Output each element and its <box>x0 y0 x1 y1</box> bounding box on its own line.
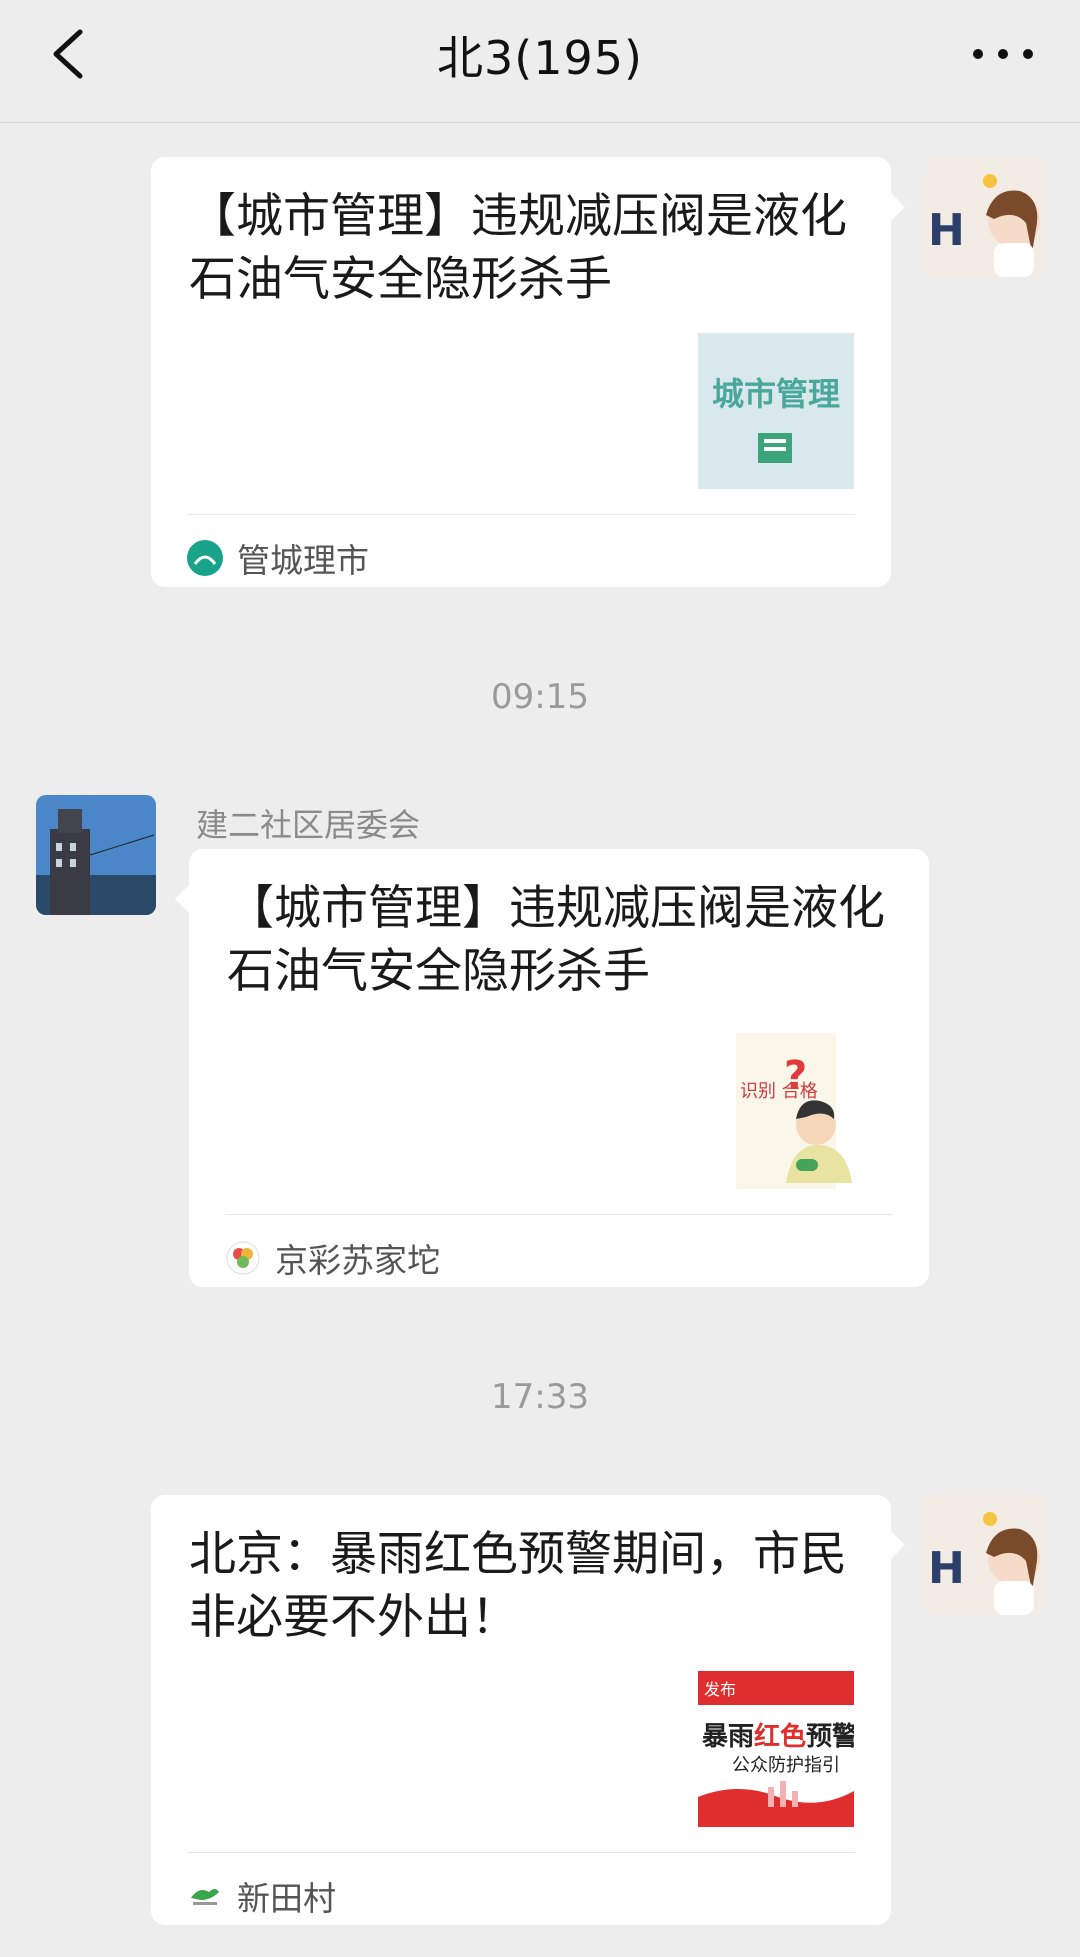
more-dots-icon <box>973 49 1033 59</box>
source-logo-icon <box>187 540 223 576</box>
timestamp: 17:33 <box>491 1377 589 1417</box>
card-title: 【城市管理】违规减压阀是液化石油气安全隐形杀手 <box>189 189 847 307</box>
article-thumbnail: 发布 暴雨红色预警 公众防护指引 <box>698 1671 854 1827</box>
source-name: 管城理市 <box>237 541 369 580</box>
svg-text:暴雨红色预警: 暴雨红色预警 <box>702 1721 854 1752</box>
card-title: 北京：暴雨红色预警期间，市民非必要不外出！ <box>189 1527 847 1645</box>
article-card[interactable]: 北京：暴雨红色预警期间，市民非必要不外出！ 发布 暴雨红色预警 公众防护指引 新… <box>151 1495 905 1925</box>
source-logo-icon <box>187 1878 223 1914</box>
more-button[interactable] <box>968 42 1038 66</box>
card-title: 【城市管理】违规减压阀是液化石油气安全隐形杀手 <box>227 881 885 999</box>
my-avatar[interactable]: H <box>924 1495 1044 1615</box>
svg-text:H: H <box>928 205 965 256</box>
article-card[interactable]: 【城市管理】违规减压阀是液化石油气安全隐形杀手 城市管理 管城理市 <box>151 157 905 587</box>
source-name: 新田村 <box>237 1879 336 1918</box>
my-avatar[interactable]: H <box>924 157 1044 277</box>
article-card[interactable]: 【城市管理】违规减压阀是液化石油气安全隐形杀手 识别 合格 ? 京彩苏家坨 <box>175 849 929 1287</box>
bubble-tail <box>891 193 905 221</box>
card-divider <box>187 1852 855 1853</box>
thumb-label: 城市管理 <box>712 375 840 413</box>
sender-name: 建二社区居委会 <box>196 806 421 844</box>
card-source[interactable]: 管城理市 <box>187 534 369 582</box>
card-source[interactable]: 京彩苏家坨 <box>225 1234 440 1282</box>
article-thumbnail: 城市管理 <box>698 333 854 489</box>
source-name: 京彩苏家坨 <box>275 1241 440 1280</box>
source-logo-icon <box>225 1240 261 1276</box>
bubble-tail <box>175 885 189 913</box>
bubble-tail <box>891 1531 905 1559</box>
top-bar: 北3(195) <box>0 0 1080 123</box>
svg-text:?: ? <box>784 1053 807 1099</box>
thumb-label: 发布 <box>704 1680 736 1699</box>
svg-text:公众防护指引: 公众防护指引 <box>732 1755 840 1776</box>
card-source[interactable]: 新田村 <box>187 1872 336 1920</box>
card-divider <box>187 514 855 515</box>
sender-avatar[interactable] <box>36 795 156 915</box>
timestamp: 09:15 <box>491 677 589 717</box>
card-divider <box>225 1214 893 1215</box>
chat-title: 北3(195) <box>437 31 643 85</box>
article-thumbnail: 识别 合格 ? <box>736 1033 892 1189</box>
svg-text:H: H <box>928 1543 965 1594</box>
